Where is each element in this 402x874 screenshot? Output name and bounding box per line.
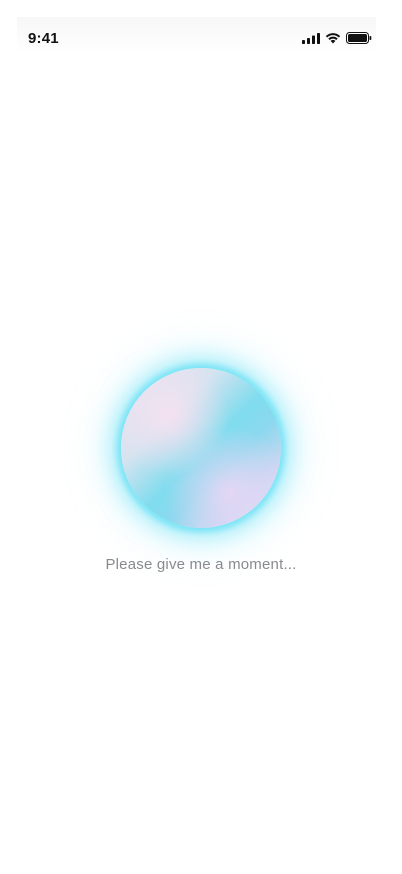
status-time: 9:41: [28, 30, 59, 47]
orb-sphere: [121, 368, 281, 528]
status-icons: [302, 32, 372, 44]
signal-icon: [302, 32, 320, 44]
loading-message: Please give me a moment...: [105, 556, 297, 573]
battery-icon: [346, 32, 372, 44]
wifi-icon: [325, 32, 341, 44]
assistant-orb: [121, 368, 281, 528]
status-bar: 9:41: [17, 17, 376, 55]
